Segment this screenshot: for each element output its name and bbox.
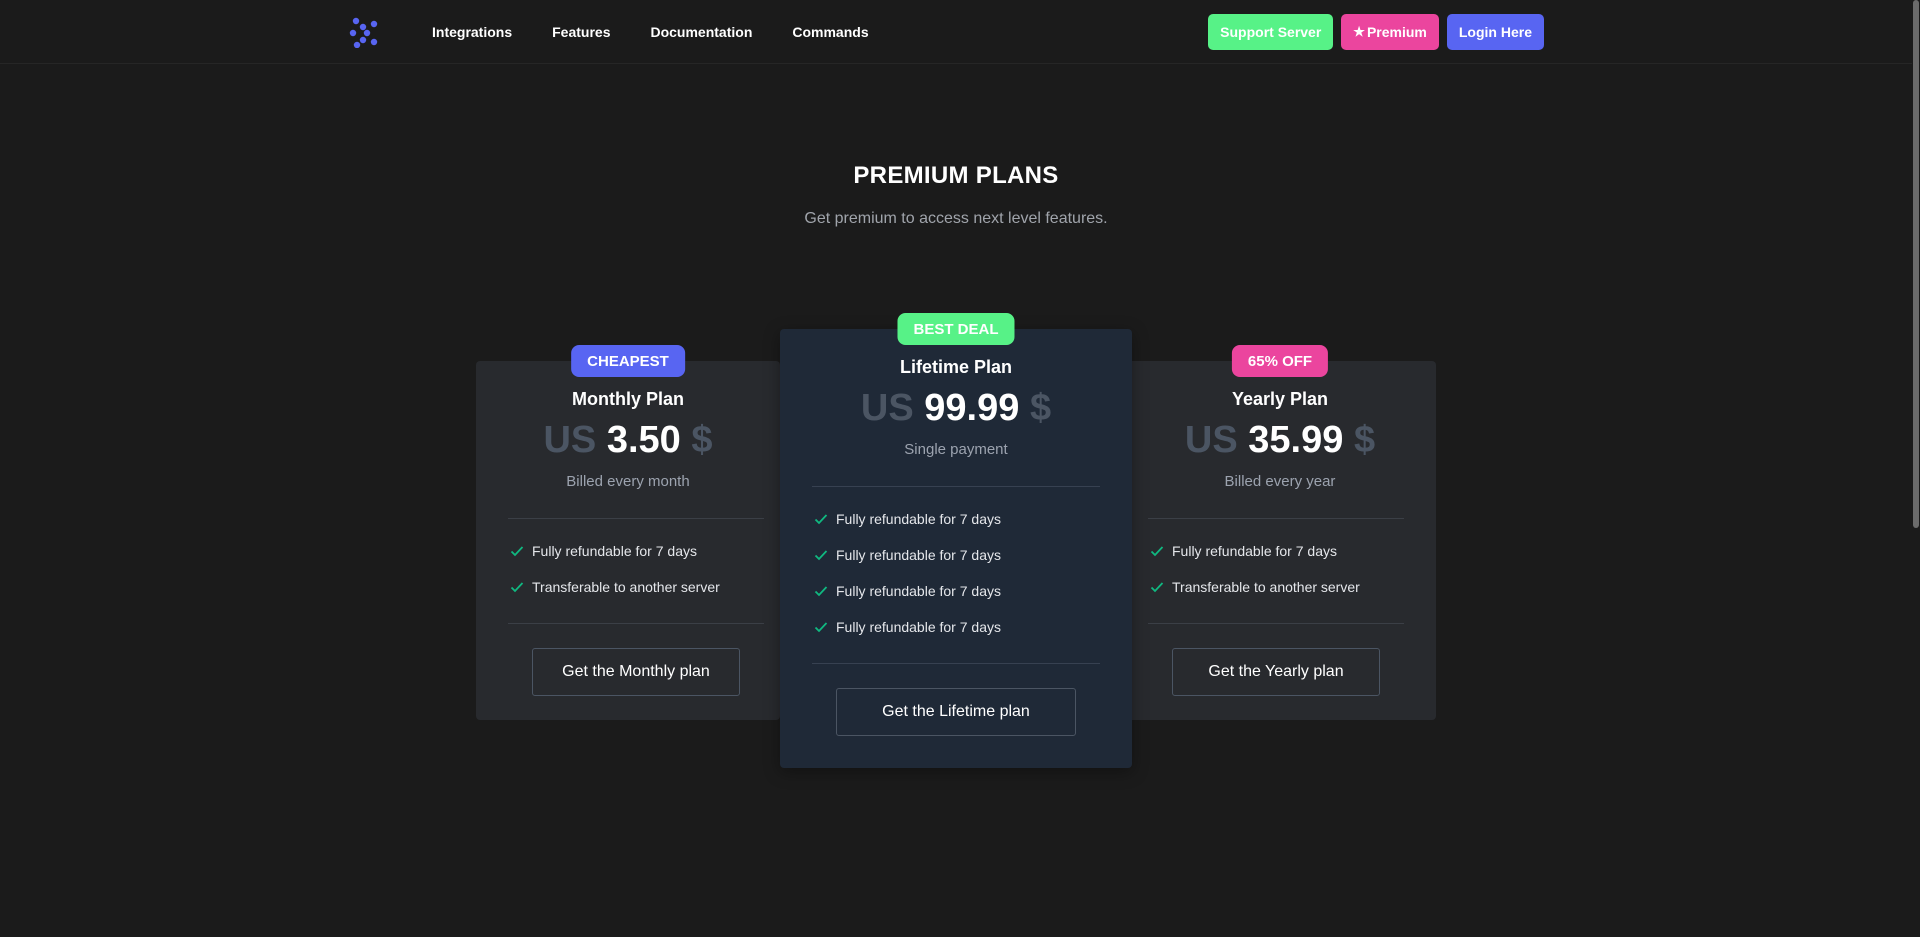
nav-link-documentation[interactable]: Documentation <box>650 24 752 40</box>
feature-text: Fully refundable for 7 days <box>532 543 697 559</box>
premium-button[interactable]: ★ Premium <box>1341 14 1439 50</box>
page-title: PREMIUM PLANS <box>853 162 1059 189</box>
plan-badge: CHEAPEST <box>571 345 685 377</box>
check-icon <box>510 582 524 593</box>
plan-card-yearly: 65% OFF Yearly Plan US 35.99 $ Billed ev… <box>1124 345 1436 720</box>
divider <box>1148 623 1404 624</box>
currency-suffix: $ <box>1029 387 1052 429</box>
plan-name: Monthly Plan <box>572 389 684 409</box>
feature-item: Fully refundable for 7 days <box>814 609 1001 645</box>
plan-price: US 3.50 $ <box>476 419 780 462</box>
check-icon <box>814 514 828 525</box>
plan-badge: 65% OFF <box>1231 345 1329 377</box>
price-amount: 99.99 <box>924 387 1020 429</box>
login-label: Login Here <box>1458 24 1532 40</box>
check-icon <box>1150 546 1164 557</box>
feature-text: Transferable to another server <box>532 579 720 595</box>
billing-period: Single payment <box>904 441 1008 458</box>
get-yearly-plan-button[interactable]: Get the Yearly plan <box>1172 648 1380 696</box>
support-server-button[interactable]: Support Server <box>1208 14 1334 50</box>
feature-text: Fully refundable for 7 days <box>836 511 1001 527</box>
divider <box>1148 518 1404 519</box>
feature-text: Transferable to another server <box>1172 579 1360 595</box>
currency-prefix: US <box>1184 419 1238 461</box>
divider <box>812 663 1100 664</box>
check-icon <box>814 622 828 633</box>
price-amount: 35.99 <box>1248 419 1344 461</box>
plan-name: Lifetime Plan <box>899 357 1013 377</box>
plan-price: US 35.99 $ <box>1124 419 1436 462</box>
feature-list: Fully refundable for 7 days Transferable… <box>1150 533 1360 605</box>
currency-prefix: US <box>860 387 914 429</box>
plan-badge: BEST DEAL <box>897 313 1015 345</box>
page-subtitle: Get premium to access next level feature… <box>804 210 1108 227</box>
check-icon <box>510 546 524 557</box>
divider <box>812 486 1100 487</box>
check-icon <box>814 550 828 561</box>
star-icon: ★ <box>1353 24 1365 39</box>
navbar: Integrations Features Documentation Comm… <box>0 0 1920 64</box>
billing-period: Billed every year <box>1224 473 1336 490</box>
plan-name: Yearly Plan <box>1231 389 1329 409</box>
feature-item: Fully refundable for 7 days <box>510 533 720 569</box>
currency-prefix: US <box>543 419 597 461</box>
currency-suffix: $ <box>1353 419 1376 461</box>
check-icon <box>1150 582 1164 593</box>
feature-item: Transferable to another server <box>510 569 720 605</box>
get-monthly-plan-button[interactable]: Get the Monthly plan <box>532 648 740 696</box>
feature-list: Fully refundable for 7 days Transferable… <box>510 533 720 605</box>
feature-text: Fully refundable for 7 days <box>836 619 1001 635</box>
check-icon <box>814 586 828 597</box>
logo-icon[interactable] <box>348 16 380 48</box>
currency-suffix: $ <box>691 419 713 461</box>
plan-price: US 99.99 $ <box>780 387 1132 430</box>
nav-actions: Support Server ★ Premium Login Here <box>1208 14 1544 50</box>
nav-link-features[interactable]: Features <box>552 24 610 40</box>
support-server-label: Support Server <box>1220 24 1322 40</box>
nav-link-integrations[interactable]: Integrations <box>432 24 512 40</box>
feature-text: Fully refundable for 7 days <box>1172 543 1337 559</box>
price-amount: 3.50 <box>606 419 681 461</box>
get-lifetime-plan-button[interactable]: Get the Lifetime plan <box>836 688 1076 736</box>
feature-item: Fully refundable for 7 days <box>1150 533 1360 569</box>
billing-period: Billed every month <box>566 473 690 490</box>
plan-card-lifetime: BEST DEAL Lifetime Plan US 99.99 $ Singl… <box>780 313 1132 768</box>
feature-text: Fully refundable for 7 days <box>836 583 1001 599</box>
scrollbar[interactable] <box>1912 0 1920 937</box>
premium-label: Premium <box>1366 24 1427 40</box>
scrollbar-thumb[interactable] <box>1913 0 1919 528</box>
feature-item: Transferable to another server <box>1150 569 1360 605</box>
feature-item: Fully refundable for 7 days <box>814 501 1001 537</box>
divider <box>508 623 764 624</box>
login-button[interactable]: Login Here <box>1446 14 1544 50</box>
feature-text: Fully refundable for 7 days <box>836 547 1001 563</box>
nav-links: Integrations Features Documentation Comm… <box>432 0 869 64</box>
feature-item: Fully refundable for 7 days <box>814 573 1001 609</box>
nav-link-commands[interactable]: Commands <box>792 24 868 40</box>
feature-item: Fully refundable for 7 days <box>814 537 1001 573</box>
divider <box>508 518 764 519</box>
feature-list: Fully refundable for 7 days Fully refund… <box>814 501 1001 645</box>
plan-card-monthly: CHEAPEST Monthly Plan US 3.50 $ Billed e… <box>476 345 780 720</box>
